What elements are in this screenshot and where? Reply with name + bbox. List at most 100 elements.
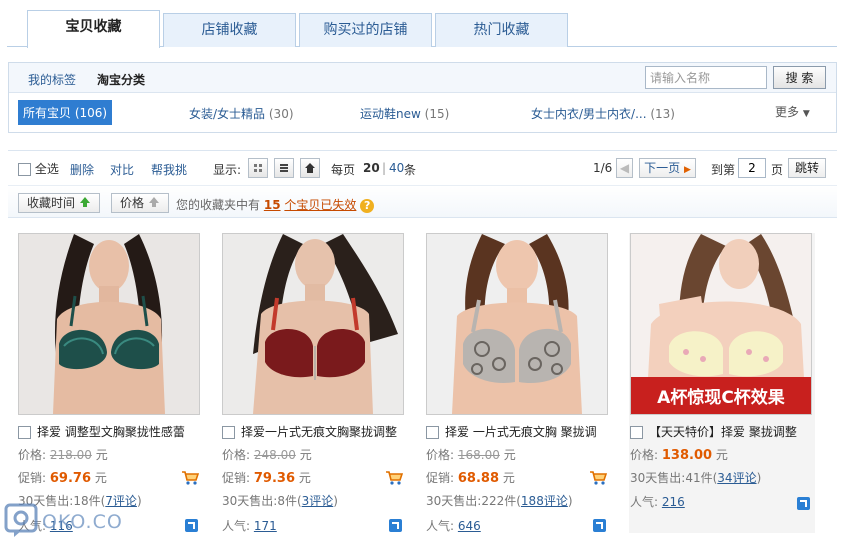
search-button[interactable]: 搜 索 bbox=[773, 66, 826, 89]
product-image[interactable] bbox=[426, 233, 608, 415]
product-popularity: 人气: 171 bbox=[222, 517, 277, 534]
current-price: 138.00 bbox=[661, 448, 713, 463]
more-categories-button[interactable]: 更多 ▼ bbox=[775, 103, 810, 120]
share-icon[interactable] bbox=[593, 519, 606, 532]
tab-purchased-shops[interactable]: 购买过的店铺 bbox=[299, 13, 432, 47]
product-title-text: 择爱 调整型文胸聚拢性感蕾 bbox=[37, 425, 185, 439]
currency-label: 元 bbox=[298, 471, 311, 485]
per-page-40[interactable]: 40 bbox=[389, 161, 404, 175]
taobao-categories-link[interactable]: 淘宝分类 bbox=[97, 71, 145, 88]
help-pick-link[interactable]: 帮我挑 bbox=[151, 161, 187, 178]
share-icon[interactable] bbox=[185, 519, 198, 532]
promo-price: 79.36 bbox=[253, 471, 295, 486]
collection-tabs: 宝贝收藏 店铺收藏 购买过的店铺 热门收藏 bbox=[7, 10, 837, 48]
tab-shop-collection[interactable]: 店铺收藏 bbox=[163, 13, 296, 47]
product-checkbox[interactable] bbox=[426, 426, 439, 439]
select-all[interactable]: 全选 bbox=[18, 160, 59, 177]
category-sport-shoes[interactable]: 运动鞋new (15) bbox=[360, 105, 449, 122]
goto-label: 到第 bbox=[711, 163, 736, 177]
product-image[interactable]: A杯惊现C杯效果 bbox=[630, 233, 812, 415]
page-number-input[interactable] bbox=[738, 158, 766, 178]
product-title[interactable]: 择爱一片式无痕文胸聚拢调整 bbox=[222, 423, 402, 440]
toolbar-row: 全选 删除 对比 帮我挑 显示: 每页 20 | 40 条 1/6 ◀ 下一页 … bbox=[8, 151, 837, 185]
product-price: 价格: 218.00 元 bbox=[18, 446, 108, 463]
comments-link[interactable]: 3评论 bbox=[302, 494, 334, 508]
product-title-text: 【天天特价】择爱 聚拢调整 bbox=[649, 425, 797, 439]
tab-item-collection[interactable]: 宝贝收藏 bbox=[27, 10, 160, 48]
currency-label: 元 bbox=[503, 448, 516, 462]
sold-count: 8件 bbox=[277, 494, 297, 508]
cart-icon[interactable] bbox=[385, 470, 403, 486]
prev-page-button[interactable]: ◀ bbox=[616, 158, 633, 178]
category-name: 运动鞋new bbox=[360, 107, 421, 121]
delete-link[interactable]: 删除 bbox=[70, 161, 94, 178]
product-title[interactable]: 【天天特价】择爱 聚拢调整 bbox=[630, 423, 810, 440]
popularity-value[interactable]: 171 bbox=[254, 519, 277, 533]
product-price: 价格: 138.00 元 bbox=[630, 446, 728, 463]
my-tags-link[interactable]: 我的标签 bbox=[28, 71, 76, 88]
list-icon bbox=[280, 164, 288, 172]
big-view-button[interactable] bbox=[300, 158, 320, 178]
currency-label: 元 bbox=[299, 448, 312, 462]
product-price: 价格: 168.00 元 bbox=[426, 446, 516, 463]
promo-price: 69.76 bbox=[49, 471, 91, 486]
jump-button[interactable]: 跳转 bbox=[788, 158, 826, 178]
product-checkbox[interactable] bbox=[222, 426, 235, 439]
share-icon[interactable] bbox=[389, 519, 402, 532]
chevron-left-icon: ◀ bbox=[619, 161, 630, 175]
product-image[interactable] bbox=[222, 233, 404, 415]
next-page-button[interactable]: 下一页 ▶ bbox=[639, 158, 696, 178]
category-underwear[interactable]: 女士内衣/男士内衣/... (13) bbox=[531, 105, 675, 122]
watermark-text: OKO.CO bbox=[42, 511, 123, 533]
sold-label: 30天售出: bbox=[426, 494, 482, 508]
product-title[interactable]: 择爱 调整型文胸聚拢性感蕾 bbox=[18, 423, 198, 440]
price-label: 价格: bbox=[222, 448, 251, 462]
cart-icon[interactable] bbox=[589, 470, 607, 486]
popularity-value[interactable]: 646 bbox=[458, 519, 481, 533]
arrow-up-icon bbox=[79, 197, 90, 207]
comments-link[interactable]: 34评论 bbox=[717, 471, 756, 485]
help-icon[interactable]: ? bbox=[360, 198, 375, 213]
product-card: 择爱 调整型文胸聚拢性感蕾 价格: 218.00 元 促销: 69.76 元 3… bbox=[17, 233, 203, 538]
product-checkbox[interactable] bbox=[630, 426, 643, 439]
tab-hot-collection[interactable]: 热门收藏 bbox=[435, 13, 568, 47]
product-photo bbox=[223, 234, 403, 414]
share-icon[interactable] bbox=[797, 497, 810, 510]
chevron-right-icon: ▶ bbox=[683, 165, 691, 175]
sort-by-time-button[interactable]: 收藏时间 bbox=[18, 193, 100, 213]
comments-link[interactable]: 188评论 bbox=[521, 494, 568, 508]
product-checkbox[interactable] bbox=[18, 426, 31, 439]
sold-label: 30天售出: bbox=[630, 471, 686, 485]
category-name: 女士内衣/男士内衣/... bbox=[531, 107, 647, 121]
cart-icon[interactable] bbox=[181, 470, 199, 486]
product-image[interactable] bbox=[18, 233, 200, 415]
price-label: 价格: bbox=[630, 448, 659, 462]
product-photo: A杯惊现C杯效果 bbox=[631, 234, 811, 414]
popularity-label: 人气: bbox=[222, 519, 251, 533]
sort-by-price-label: 价格 bbox=[120, 196, 145, 210]
grid-icon bbox=[254, 164, 262, 172]
product-title[interactable]: 择爱 一片式无痕文胸 聚拢调 bbox=[426, 423, 606, 440]
category-womens-clothing[interactable]: 女装/女士精品 (30) bbox=[189, 105, 294, 122]
site-watermark: OKO.CO bbox=[4, 503, 144, 539]
sort-by-price-button[interactable]: 价格 bbox=[111, 193, 169, 213]
category-panel: 我的标签 淘宝分类 搜 索 所有宝贝 (106) 女装/女士精品 (30) 运动… bbox=[8, 62, 837, 133]
popularity-value[interactable]: 216 bbox=[662, 495, 685, 509]
product-popularity: 人气: 646 bbox=[426, 517, 481, 534]
chevron-down-icon: ▼ bbox=[802, 109, 810, 119]
product-photo bbox=[427, 234, 607, 414]
list-view-button[interactable] bbox=[274, 158, 294, 178]
price-label: 价格: bbox=[426, 448, 455, 462]
compare-link[interactable]: 对比 bbox=[110, 161, 134, 178]
invalid-count[interactable]: 15 bbox=[264, 198, 281, 212]
select-all-checkbox[interactable] bbox=[18, 163, 31, 176]
category-count: (30) bbox=[268, 107, 294, 121]
category-all[interactable]: 所有宝贝 (106) bbox=[18, 100, 113, 125]
search-input[interactable] bbox=[645, 66, 767, 89]
grid-view-button[interactable] bbox=[248, 158, 268, 178]
category-count: (13) bbox=[650, 107, 675, 121]
invalid-items-link[interactable]: 个宝贝已失效 bbox=[284, 198, 356, 212]
per-page-20[interactable]: 20 bbox=[363, 161, 380, 175]
product-sales: 30天售出:8件(3评论) bbox=[222, 494, 338, 508]
currency-label: 元 bbox=[502, 471, 515, 485]
